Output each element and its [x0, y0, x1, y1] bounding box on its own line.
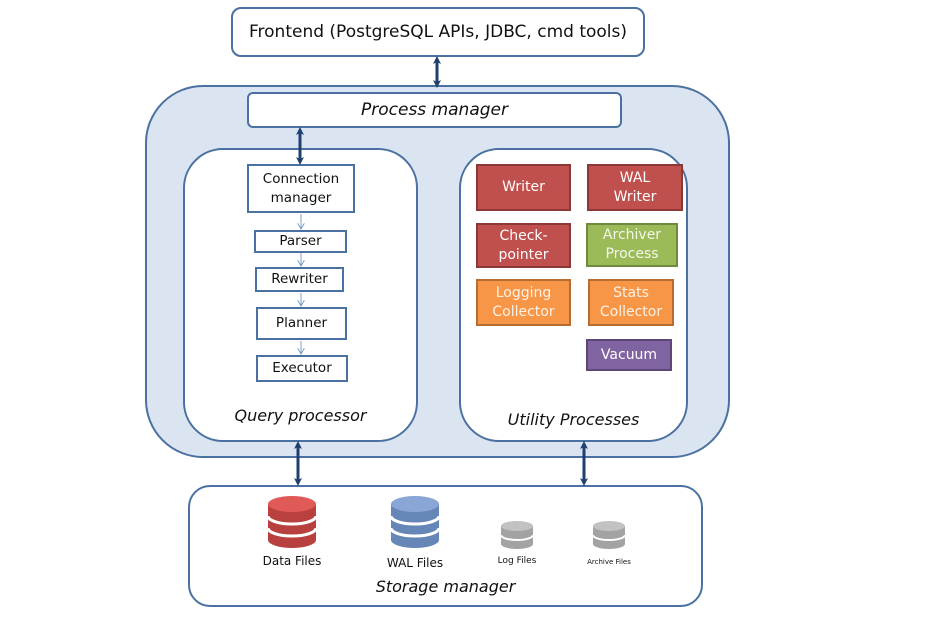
stats-collector-process: Stats Collector	[588, 279, 674, 326]
executor-label: Executor	[272, 360, 332, 376]
planner-box: Planner	[256, 307, 347, 340]
data-files-database-icon	[266, 496, 318, 548]
frontend-label: Frontend (PostgreSQL APIs, JDBC, cmd too…	[248, 22, 628, 42]
logging-collector-process: Logging Collector	[476, 279, 571, 326]
wal-writer-process: WAL Writer	[587, 164, 683, 211]
logging-collector-label: Logging Collector	[492, 284, 555, 320]
log-files-label: Log Files	[497, 556, 537, 566]
executor-box: Executor	[256, 355, 348, 382]
checkpointer-process: Check-pointer	[476, 223, 571, 268]
wal-files-label: WAL Files	[386, 556, 444, 570]
storage-manager-title: Storage manager	[375, 577, 516, 596]
log-files-database-icon	[500, 521, 534, 549]
process-manager-box: Process manager	[247, 92, 622, 128]
parser-box: Parser	[254, 230, 347, 253]
data-files-label: Data Files	[262, 554, 322, 568]
connection-manager-label: Connection manager	[262, 170, 340, 206]
connection-manager-box: Connection manager	[247, 164, 355, 213]
archive-files-label: Archive Files	[587, 558, 631, 566]
query-processor-title: Query processor	[234, 406, 367, 425]
writer-process: Writer	[476, 164, 571, 211]
archive-files-database-icon	[592, 521, 626, 549]
rewriter-label: Rewriter	[271, 271, 328, 287]
wal-files-database-icon	[389, 496, 441, 548]
utility-processes-title: Utility Processes	[507, 410, 640, 429]
stats-collector-label: Stats Collector	[599, 284, 663, 320]
writer-label: Writer	[502, 179, 545, 195]
rewriter-box: Rewriter	[255, 267, 344, 292]
checkpointer-label: Check-pointer	[498, 227, 549, 263]
process-manager-label: Process manager	[361, 100, 508, 120]
planner-label: Planner	[275, 315, 328, 331]
archiver-process: Archiver Process	[586, 223, 678, 267]
frontend-box: Frontend (PostgreSQL APIs, JDBC, cmd too…	[231, 7, 645, 57]
archiver-label: Archiver Process	[602, 227, 662, 262]
parser-label: Parser	[279, 233, 322, 249]
vacuum-label: Vacuum	[600, 346, 658, 363]
vacuum-process: Vacuum	[586, 339, 672, 371]
wal-writer-label: WAL Writer	[613, 169, 657, 205]
